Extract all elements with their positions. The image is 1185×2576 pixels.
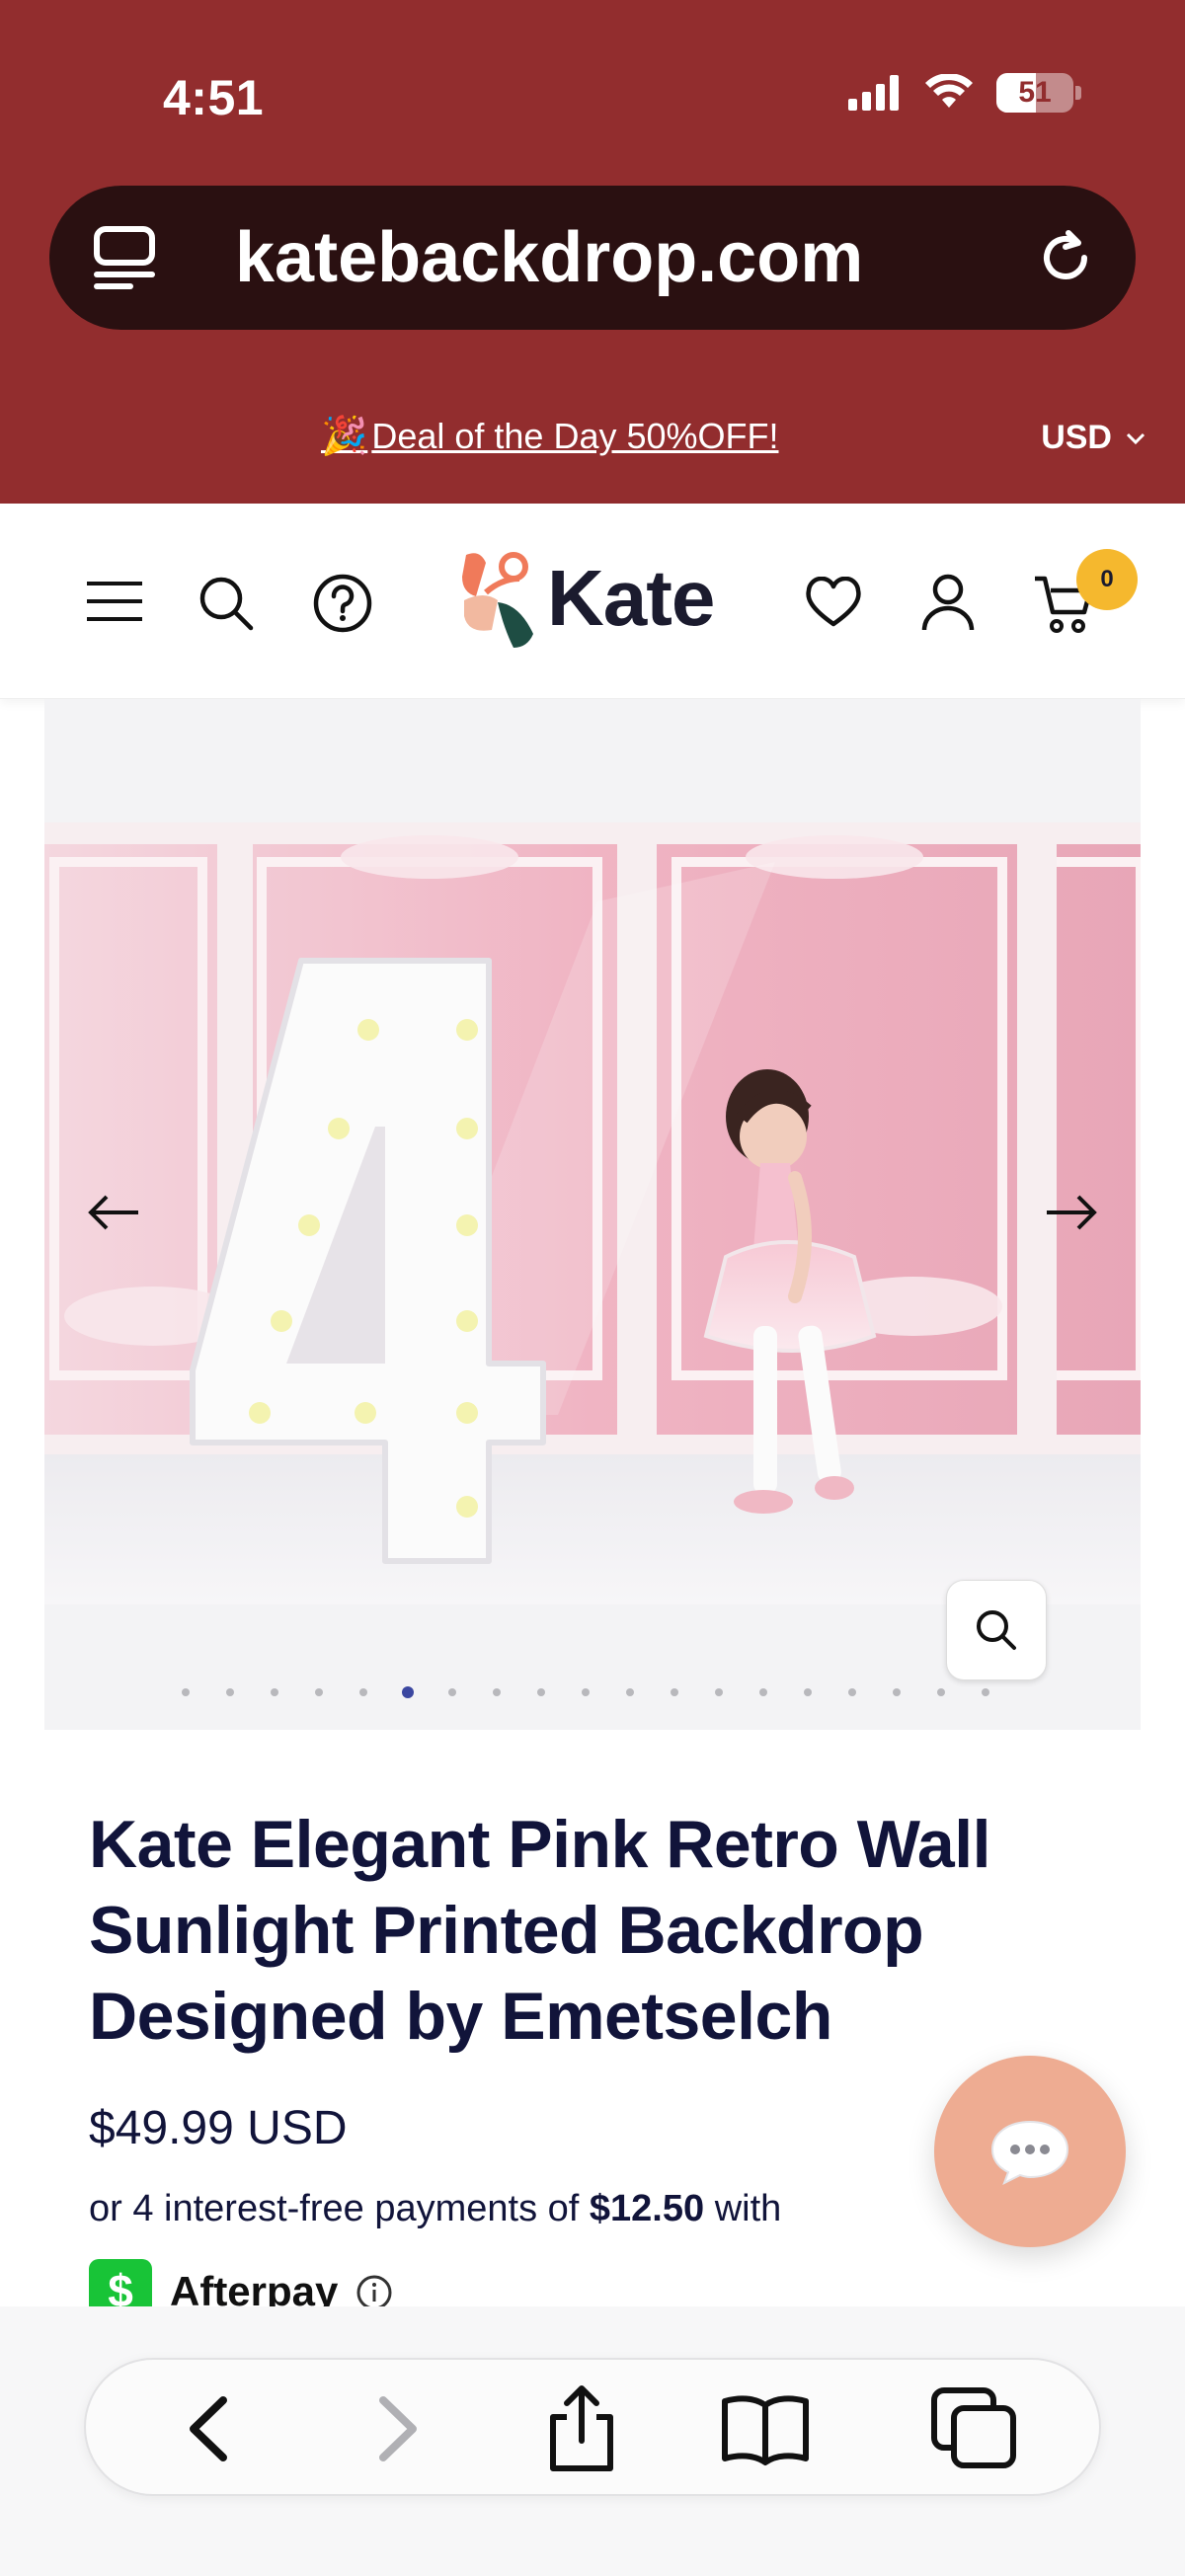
gallery-dot[interactable]: [385, 1684, 430, 1700]
gallery-pagination: [163, 1684, 1007, 1700]
party-popper-icon: 🎉: [321, 416, 368, 457]
status-icons: 51: [848, 73, 1081, 113]
menu-icon[interactable]: [87, 581, 142, 622]
account-icon[interactable]: [920, 573, 976, 632]
signal-icon: [848, 75, 899, 111]
gallery-dot[interactable]: [741, 1684, 785, 1700]
kate-logo-icon: [462, 552, 533, 648]
back-icon: [190, 2396, 227, 2461]
bookmarks-button[interactable]: [706, 2360, 825, 2498]
product-photo-illustration: [44, 822, 1141, 1604]
currency-selector[interactable]: USD: [1041, 419, 1146, 457]
url-bar[interactable]: katebackdrop.com: [49, 186, 1136, 330]
gallery-dot[interactable]: [696, 1684, 741, 1700]
forward-icon: [379, 2396, 417, 2461]
wishlist-icon[interactable]: [805, 577, 862, 628]
gallery-dot-mark: [447, 1688, 456, 1696]
gallery-dot[interactable]: [296, 1684, 341, 1700]
gallery-dot[interactable]: [830, 1684, 874, 1700]
zoom-button[interactable]: [946, 1580, 1047, 1680]
installments-suffix: with: [714, 2188, 782, 2229]
gallery-dot[interactable]: [652, 1684, 696, 1700]
currency-label[interactable]: USD: [1041, 419, 1112, 457]
tab-overview-icon[interactable]: [91, 223, 158, 292]
gallery-next-button[interactable]: [1031, 1183, 1110, 1242]
share-button[interactable]: [522, 2360, 641, 2498]
gallery-dot-mark: [225, 1688, 234, 1696]
forward-button[interactable]: [338, 2360, 456, 2498]
battery-icon: 51: [996, 73, 1073, 113]
status-time: 4:51: [163, 70, 265, 125]
chat-button[interactable]: [934, 2056, 1126, 2247]
share-icon: [550, 2385, 613, 2471]
chat-bubble-icon: [990, 2120, 1069, 2186]
site-header: Kate 0: [0, 504, 1185, 699]
afterpay-logo-icon: $: [89, 2259, 152, 2308]
tabs-button[interactable]: [915, 2360, 1034, 2498]
gallery-dot-mark: [803, 1688, 812, 1696]
gallery-dot[interactable]: [874, 1684, 918, 1700]
arrow-right-icon: [1047, 1195, 1097, 1230]
gallery-dot[interactable]: [607, 1684, 652, 1700]
cart-count-badge[interactable]: 0: [1076, 549, 1138, 610]
gallery-dot[interactable]: [474, 1684, 518, 1700]
gallery-dot[interactable]: [163, 1684, 207, 1700]
chevron-down-icon: [1126, 432, 1146, 444]
product-image[interactable]: [44, 822, 1141, 1604]
gallery-dot[interactable]: [918, 1684, 963, 1700]
gallery-dot-mark: [401, 1686, 414, 1698]
battery-nub: [1075, 86, 1081, 100]
wifi-icon: [925, 74, 973, 108]
search-icon[interactable]: [198, 575, 255, 632]
gallery-dot-mark: [936, 1688, 945, 1696]
installments-text: or 4 interest-free payments of $12.50 wi…: [89, 2188, 781, 2230]
gallery-dot-mark: [714, 1688, 723, 1696]
browser-toolbar: [84, 2358, 1101, 2496]
afterpay-row: $ Afterpay: [89, 2255, 393, 2308]
browser-top-chrome: 4:51 51 katebackdrop.com 🎉 Deal of the D…: [0, 0, 1185, 504]
tabs-icon: [931, 2387, 1016, 2468]
gallery-dot-mark: [314, 1688, 323, 1696]
gallery-dot-mark: [536, 1688, 545, 1696]
gallery-dot[interactable]: [207, 1684, 252, 1700]
gallery-dot-mark: [892, 1688, 901, 1696]
promo-text[interactable]: Deal of the Day 50%OFF!: [371, 416, 778, 457]
arrow-left-icon: [88, 1195, 138, 1230]
gallery-dot-mark: [625, 1688, 634, 1696]
installments-prefix: or 4 interest-free payments of: [89, 2188, 580, 2229]
zoom-icon: [977, 1610, 1016, 1650]
gallery-dot[interactable]: [341, 1684, 385, 1700]
gallery-dot[interactable]: [430, 1684, 474, 1700]
url-text[interactable]: katebackdrop.com: [235, 186, 863, 330]
promo-link[interactable]: 🎉 Deal of the Day 50%OFF!: [321, 415, 779, 458]
product-gallery: [44, 699, 1141, 1730]
gallery-dot-mark: [581, 1688, 590, 1696]
bookmarks-icon: [722, 2395, 809, 2465]
back-button[interactable]: [150, 2360, 269, 2498]
product-price: $49.99 USD: [89, 2102, 348, 2154]
gallery-dot-mark: [847, 1688, 856, 1696]
gallery-dot[interactable]: [785, 1684, 830, 1700]
gallery-dot[interactable]: [563, 1684, 607, 1700]
help-icon[interactable]: [312, 573, 373, 634]
gallery-dot-mark: [181, 1688, 190, 1696]
logo-text[interactable]: Kate: [547, 553, 715, 644]
gallery-dot[interactable]: [252, 1684, 296, 1700]
gallery-dot[interactable]: [963, 1684, 1007, 1700]
gallery-dot-mark: [758, 1688, 767, 1696]
gallery-dot-mark: [270, 1688, 278, 1696]
gallery-prev-button[interactable]: [75, 1183, 154, 1242]
afterpay-label: Afterpay: [170, 2268, 339, 2308]
gallery-dot-mark: [492, 1688, 501, 1696]
site-logo[interactable]: Kate: [456, 545, 715, 652]
gallery-dot-mark: [981, 1688, 989, 1696]
battery-level: 51: [1018, 76, 1052, 109]
product-title: Kate Elegant Pink Retro Wall Sunlight Pr…: [89, 1807, 991, 2054]
installments-amount: $12.50: [589, 2188, 705, 2229]
gallery-dot-mark: [358, 1688, 367, 1696]
gallery-dot-mark: [670, 1688, 678, 1696]
reload-icon[interactable]: [1033, 225, 1098, 290]
info-icon[interactable]: [356, 2274, 393, 2308]
gallery-dot[interactable]: [518, 1684, 563, 1700]
